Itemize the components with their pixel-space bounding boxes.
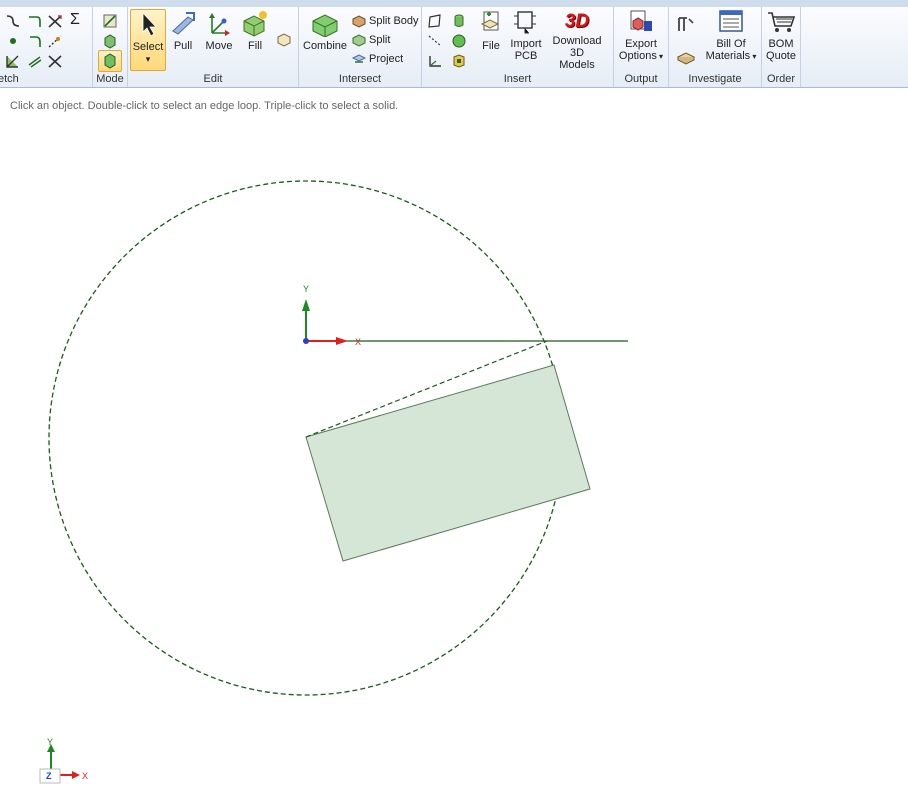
select-label: Select — [132, 41, 164, 53]
split-body-button[interactable]: Split Body — [351, 12, 419, 30]
sketch-rectangle-face[interactable] — [305, 364, 591, 562]
select-dropdown-arrow[interactable]: ▾ — [131, 53, 165, 65]
download-3d-label-1: Download 3D — [552, 35, 602, 59]
bom-quote-label-2: Quote — [766, 50, 796, 62]
group-label-sketch: etch — [0, 73, 19, 85]
triad-y-label: Y — [47, 737, 53, 747]
group-label-insert: Insert — [503, 73, 532, 85]
bill-of-materials-label-1: Bill Of — [716, 38, 746, 50]
group-label-output: Output — [624, 73, 658, 85]
triad-x-label: X — [82, 771, 88, 781]
measure-tool-icon[interactable] — [675, 15, 697, 35]
bom-quote-label-1: BOM — [768, 38, 794, 50]
import-pcb-label-2: PCB — [514, 50, 538, 62]
pull-button[interactable]: Pull — [168, 9, 198, 59]
project-label: Project — [369, 53, 404, 65]
insert-file-icon — [480, 11, 500, 31]
section-mode-icon[interactable] — [101, 33, 119, 49]
spline-tool-icon[interactable] — [4, 13, 22, 29]
group-mode: Mode — [93, 7, 128, 87]
shell-tool-icon[interactable] — [450, 53, 468, 69]
bill-of-materials-label-2: Materials ▾ — [705, 50, 757, 62]
tweak-face-icon[interactable] — [275, 31, 293, 47]
plane-tool-icon[interactable] — [426, 13, 444, 29]
trim-tool-icon[interactable] — [46, 13, 64, 29]
import-pcb-button[interactable]: Import PCB — [508, 9, 544, 71]
shopping-cart-icon — [768, 12, 796, 32]
arc-tool-icon[interactable] — [26, 33, 44, 49]
fill-button[interactable]: Fill — [238, 9, 272, 59]
ribbon-toolbar: Σ etch Mode Select ▾ Pull Move Fill Edit… — [0, 7, 908, 88]
triad-z-label: Z — [46, 771, 52, 781]
combine-button[interactable]: Combine — [303, 9, 347, 59]
3d-badge-icon: 3D — [564, 11, 590, 32]
group-label-investigate: Investigate — [688, 73, 742, 85]
move-button[interactable]: Move — [202, 9, 236, 59]
tangent-arc-icon[interactable] — [26, 13, 44, 29]
download-3d-label-2: Models — [559, 59, 595, 71]
select-arrow-icon — [142, 11, 157, 37]
group-label-mode: Mode — [96, 73, 124, 85]
group-output: Export Options ▾ Output — [614, 7, 669, 87]
group-label-order: Order — [766, 73, 796, 85]
split-label: Split — [369, 34, 391, 46]
3d-mode-icon — [104, 53, 116, 69]
import-pcb-icon — [514, 11, 536, 34]
x-axis-arrowhead — [336, 337, 348, 345]
group-insert: File Import PCB 3D Download 3D Models In… — [422, 7, 614, 87]
group-edit: Select ▾ Pull Move Fill Edit — [128, 7, 299, 87]
split-body-icon — [352, 15, 366, 28]
origin-point[interactable] — [303, 338, 309, 344]
insert-file-button[interactable]: File — [476, 9, 506, 59]
export-options-label-2: Options ▾ — [618, 50, 664, 62]
origin-tool-icon[interactable] — [426, 53, 444, 69]
extend-tool-icon[interactable] — [46, 33, 64, 49]
project-icon — [351, 54, 367, 63]
group-investigate: Bill Of Materials ▾ Investigate — [669, 7, 762, 87]
sketch-mode-icon[interactable] — [101, 13, 119, 29]
view-orientation-triad[interactable]: Y X Z — [36, 736, 96, 785]
sphere-tool-icon[interactable] — [450, 33, 468, 49]
export-options-label-1: Export — [625, 38, 657, 50]
select-button[interactable]: Select ▾ — [130, 9, 166, 71]
fill-tool-icon — [243, 11, 267, 37]
combine-label: Combine — [303, 40, 348, 52]
edit-sketch-icon[interactable] — [4, 53, 22, 69]
pull-tool-icon — [172, 12, 195, 35]
offset-curve-icon[interactable] — [26, 53, 44, 69]
download-3d-models-button[interactable]: 3D Download 3D Models — [546, 9, 608, 71]
origin-x-label: X — [355, 337, 361, 347]
import-pcb-label-1: Import — [510, 38, 542, 50]
split-body-label: Split Body — [369, 15, 419, 27]
group-label-edit: Edit — [203, 73, 223, 85]
design-canvas[interactable]: X Y — [0, 88, 908, 785]
move-label: Move — [205, 40, 233, 52]
y-axis-arrowhead — [302, 299, 310, 311]
bill-of-materials-icon — [719, 10, 743, 32]
bom-quote-button[interactable]: BOM Quote — [762, 9, 800, 71]
group-label-intersect: Intersect — [338, 73, 382, 85]
project-button[interactable]: Project — [351, 50, 403, 68]
mass-tool-icon[interactable] — [675, 45, 697, 65]
split-icon — [352, 34, 366, 47]
3d-mode-button[interactable] — [98, 50, 122, 72]
move-tool-icon — [209, 13, 230, 36]
export-options-icon — [630, 10, 652, 31]
group-sketch: Σ etch — [0, 7, 93, 87]
axis-tool-icon[interactable] — [426, 33, 444, 49]
split-button[interactable]: Split — [351, 31, 390, 49]
sigma-equation-icon[interactable]: Σ — [70, 11, 80, 29]
group-intersect: Combine Split Body Split Project Interse… — [299, 7, 422, 87]
bill-of-materials-button[interactable]: Bill Of Materials ▾ — [703, 9, 759, 71]
fill-label: Fill — [247, 40, 263, 52]
group-order: BOM Quote Order — [762, 7, 801, 87]
point-tool-icon[interactable] — [4, 33, 22, 49]
insert-file-label: File — [482, 40, 500, 52]
origin-y-label: Y — [303, 284, 309, 294]
combine-tool-icon — [312, 14, 338, 38]
pull-label: Pull — [173, 40, 193, 52]
split-line-icon[interactable] — [46, 53, 64, 69]
export-options-button[interactable]: Export Options ▾ — [618, 9, 664, 71]
cylinder-tool-icon[interactable] — [450, 13, 468, 29]
